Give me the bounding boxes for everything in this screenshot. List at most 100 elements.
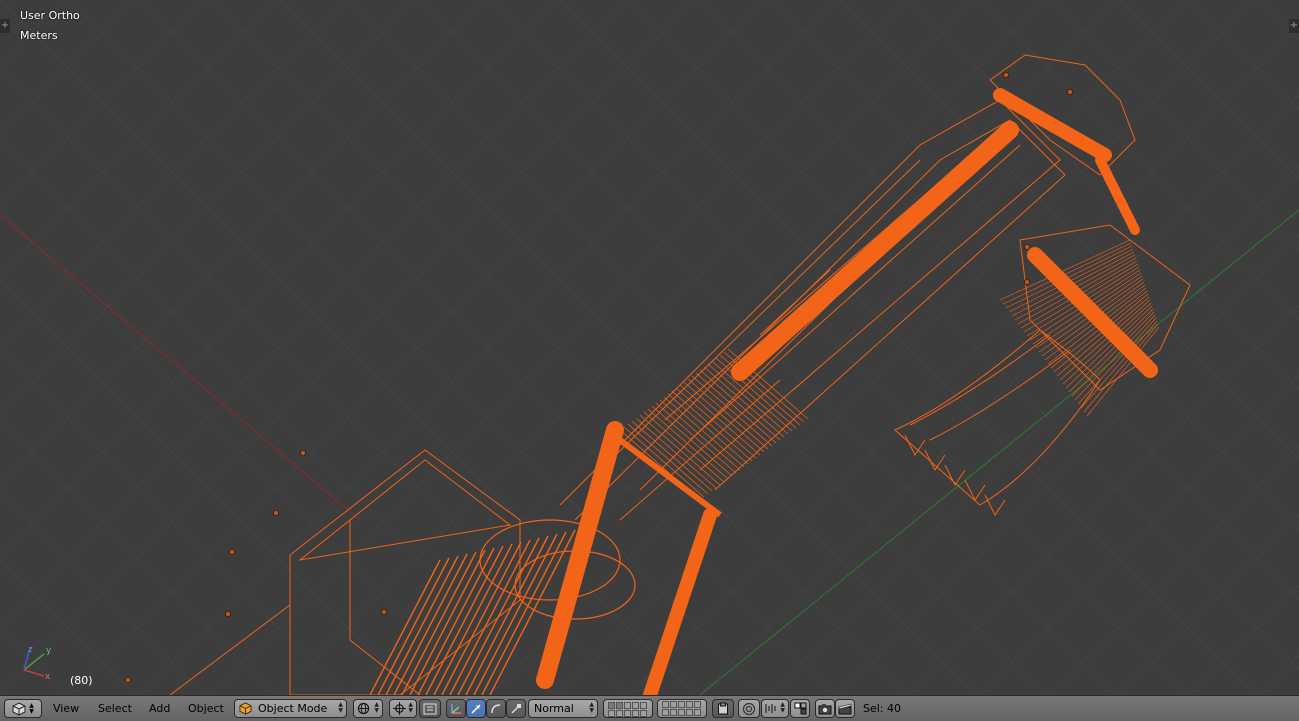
object-origin-dot (224, 611, 231, 618)
rotate-icon (491, 703, 501, 713)
boom-hatch (695, 372, 777, 444)
layers-block-2[interactable] (657, 699, 707, 718)
object-origin-dot (299, 449, 306, 456)
gizmo-y-label: y (46, 646, 52, 656)
layer-lock-button[interactable] (712, 699, 734, 718)
grid-line (0, 629, 66, 695)
object-origin-dot (1024, 243, 1031, 250)
grid-line (0, 0, 626, 626)
grid-line (0, 69, 626, 695)
menu-object[interactable]: Object (188, 702, 224, 715)
chevron-updown-icon: ▲ ▼ (408, 701, 413, 714)
mode-select[interactable]: Object Mode ▲ ▼ (234, 699, 347, 718)
bucket-wire (894, 329, 1101, 506)
grid-line (0, 0, 486, 486)
object-origin-dot (228, 549, 235, 556)
menu-view[interactable]: View (53, 702, 79, 715)
expand-properties-icon[interactable]: + (1289, 19, 1299, 33)
boom-hatch (623, 426, 705, 498)
boom-hatch (639, 414, 721, 486)
boom-wire (689, 144, 1021, 441)
clipboard-icon (718, 702, 728, 715)
proportional-edit-button[interactable] (738, 699, 760, 718)
boom-hatch (727, 348, 809, 420)
boom-hatch (659, 399, 741, 471)
grid-line (909, 305, 1299, 695)
base-hatch (433, 543, 513, 695)
boom-hatch (671, 390, 753, 462)
grid-line (1119, 515, 1299, 695)
bucket-link-wire (1019, 224, 1191, 391)
object-origin-dot (1003, 72, 1010, 79)
grid-line (1119, 0, 1299, 180)
snap-target-button[interactable] (790, 699, 810, 718)
selection-status: Sel: 40 (863, 702, 902, 715)
menu-add[interactable]: Add (149, 702, 170, 715)
pivot-align-button[interactable] (419, 699, 441, 718)
editor-type-button[interactable]: ▲ ▼ (4, 699, 42, 718)
y-axis-line (699, 209, 1299, 695)
boom-hatch (635, 417, 717, 489)
base-hatch (377, 557, 450, 695)
proportional-edit-icon (742, 702, 756, 715)
grid-line (909, 0, 1299, 390)
transform-orientation-select[interactable]: Normal ▲ ▼ (528, 699, 598, 718)
grid-line (0, 349, 346, 695)
view-name-label: User Ortho (20, 9, 80, 22)
clapperboard-icon (838, 703, 852, 714)
object-origin-dot (272, 509, 279, 516)
chevron-updown-icon: ▲ ▼ (374, 701, 379, 714)
sphere-shading-icon (357, 702, 370, 715)
boom-hatch (643, 411, 725, 483)
snap-element-button[interactable]: ▲ ▼ (761, 699, 789, 718)
boom-hatch (683, 381, 765, 453)
mode-select-value: Object Mode (258, 702, 328, 715)
base-hatch (385, 555, 459, 695)
translate-icon (471, 703, 481, 714)
layer-grid-icon (662, 701, 702, 716)
3d-view-header: ▲ ▼ View Select Add Object Object Mode ▲ ▼… (0, 695, 1299, 721)
gizmo-z-label: z (28, 645, 33, 655)
expand-tools-icon[interactable]: + (0, 19, 10, 33)
snap-increment-icon (765, 704, 776, 713)
manipulator-toggle-button[interactable] (446, 699, 466, 718)
wireframe-scene[interactable] (0, 0, 1299, 695)
arm-head-wire (989, 54, 1136, 176)
gizmo-x-axis (23, 669, 45, 677)
grid-line (1189, 0, 1299, 110)
boom-hatch (651, 405, 733, 477)
menu-select[interactable]: Select (98, 702, 132, 715)
frame-counter: (80) (70, 674, 93, 687)
layers-block-1[interactable] (603, 699, 653, 718)
rotate-manipulator-button[interactable] (486, 699, 506, 718)
boom-joint (618, 437, 722, 518)
scale-manipulator-button[interactable] (506, 699, 526, 718)
grid-line (1049, 445, 1299, 695)
render-button[interactable] (815, 699, 835, 718)
object-origin-dot (125, 677, 132, 684)
axis-manipulator-icon (451, 703, 461, 714)
chevron-updown-icon: ▲ ▼ (589, 701, 594, 714)
axis-gizmo: z y x (23, 645, 52, 680)
grid-line (0, 209, 486, 695)
crosshair-icon (393, 702, 406, 715)
grid-line (1259, 655, 1299, 695)
chevron-updown-icon: ▲ ▼ (780, 701, 785, 714)
boom-hatch (687, 378, 769, 450)
gizmo-x-label: x (45, 672, 51, 680)
3d-viewport[interactable]: + + User Ortho Meters z y x (80) (0, 0, 1299, 695)
grid-line (769, 165, 1299, 695)
base-hatch (457, 537, 540, 695)
chevron-updown-icon: ▲ ▼ (338, 701, 343, 714)
render-animation-button[interactable] (835, 699, 855, 718)
hydraulic-cylinder (731, 121, 1019, 381)
viewport-shading-button[interactable]: ▲ ▼ (353, 699, 383, 718)
pivot-point-button[interactable]: ▲ ▼ (389, 699, 417, 718)
cube-icon (12, 701, 26, 716)
base-hatch (393, 553, 468, 695)
grid-line (1189, 585, 1299, 695)
grid-line (699, 95, 1299, 695)
camera-icon (818, 703, 832, 714)
translate-manipulator-button[interactable] (466, 699, 486, 718)
boom-hatch (667, 393, 749, 465)
